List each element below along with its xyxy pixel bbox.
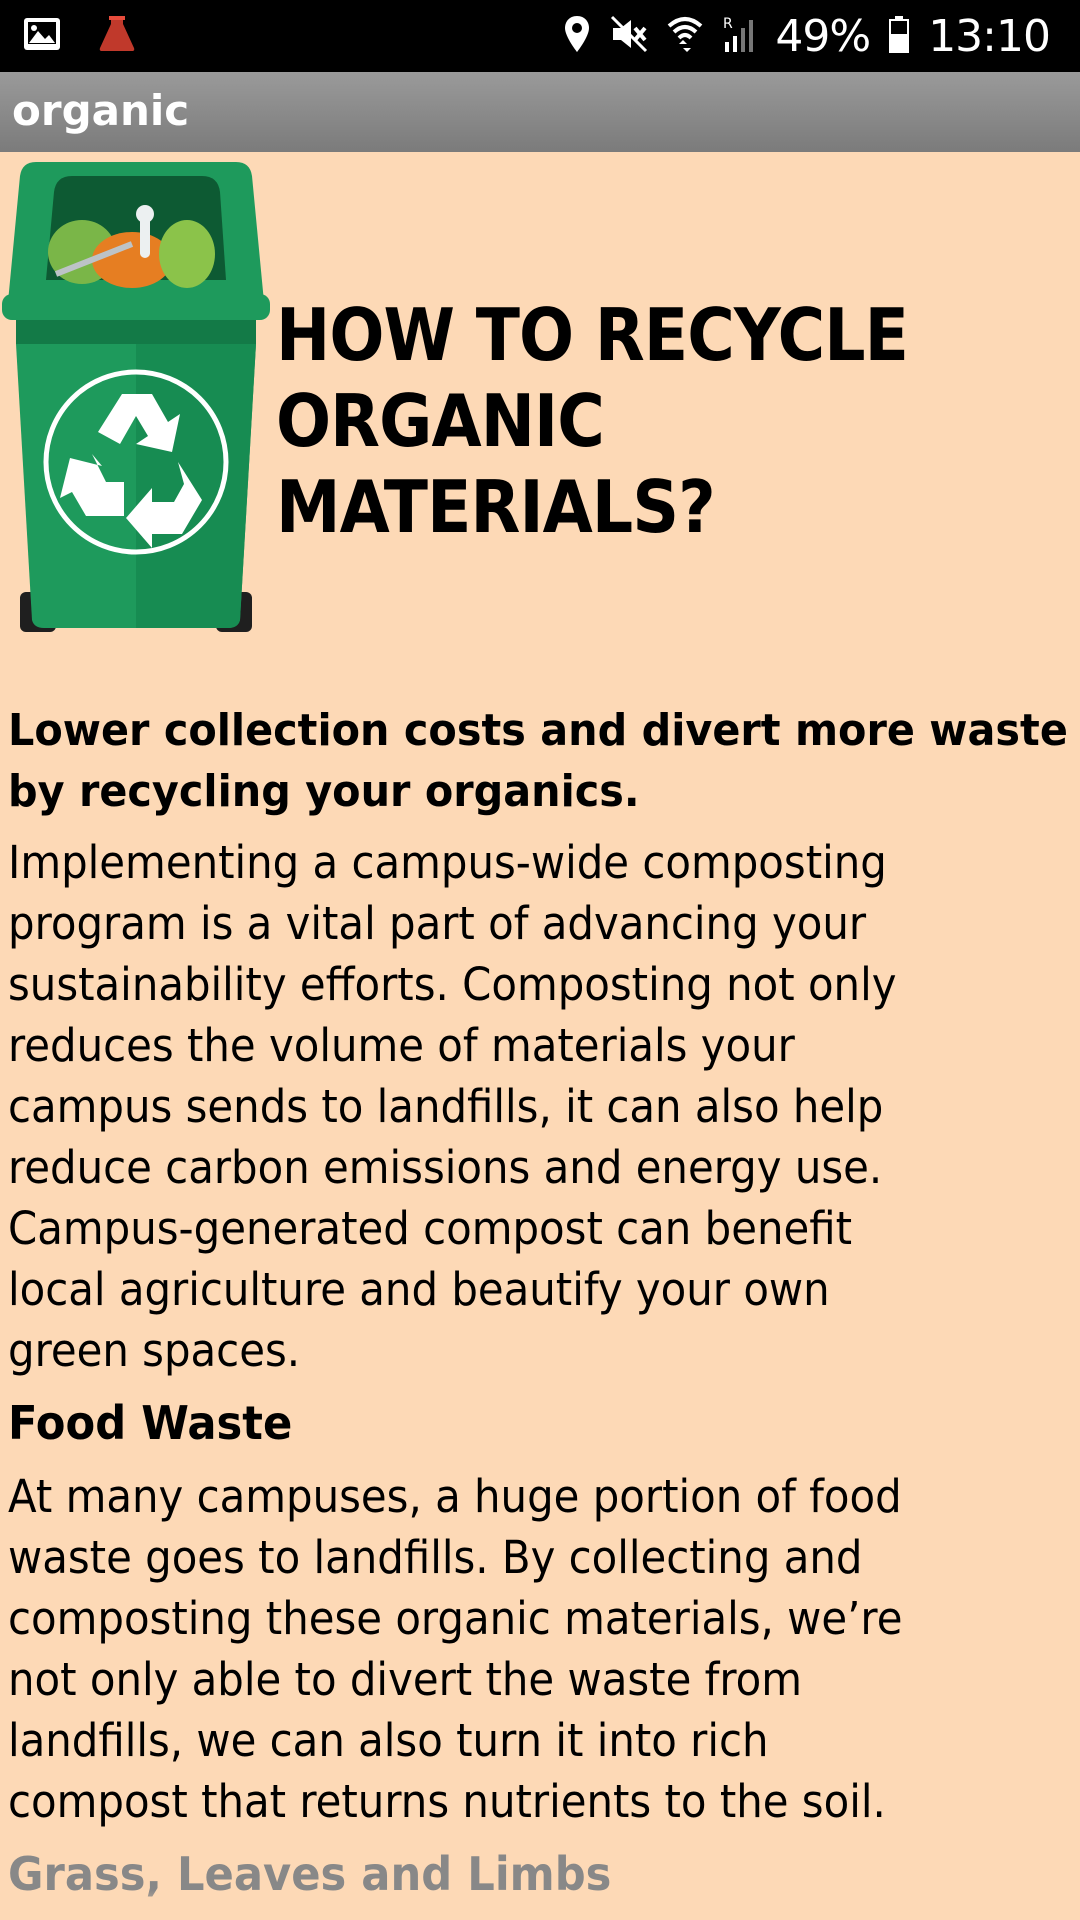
scroll-fade [0, 1890, 1080, 1920]
article: Lower collection costs and divert more w… [8, 700, 1072, 1905]
status-bar: R 49% 13:10 [0, 0, 1080, 72]
content-scroll-area[interactable]: HOW TO RECYCLE ORGANIC MATERIALS? Lower … [0, 152, 1080, 1920]
recycle-bin-image [2, 162, 270, 632]
hero-section: HOW TO RECYCLE ORGANIC MATERIALS? [0, 162, 1080, 632]
svg-text:R: R [723, 16, 733, 32]
app-notification-icon [96, 14, 138, 59]
gallery-icon [22, 16, 62, 57]
clock: 13:10 [928, 10, 1051, 62]
intro-paragraph: Implementing a campus-wide composting pr… [8, 836, 897, 1377]
lead-text: Lower collection costs and divert more w… [8, 705, 1068, 817]
roaming-signal-icon: R [721, 14, 757, 59]
location-icon [563, 14, 591, 59]
app-bar-title: organic [12, 86, 190, 135]
page-title: HOW TO RECYCLE ORGANIC MATERIALS? [276, 292, 996, 550]
mute-icon [609, 14, 649, 59]
food-waste-paragraph: At many campuses, a huge portion of food… [8, 1470, 903, 1828]
app-bar: organic [0, 72, 1080, 152]
page-title-line2: ORGANIC MATERIALS? [276, 379, 716, 549]
wifi-icon [667, 14, 703, 59]
section-heading-food-waste: Food Waste [8, 1396, 293, 1450]
page-title-line1: HOW TO RECYCLE [276, 293, 909, 377]
battery-icon [888, 14, 910, 59]
battery-percent: 49% [775, 10, 871, 62]
